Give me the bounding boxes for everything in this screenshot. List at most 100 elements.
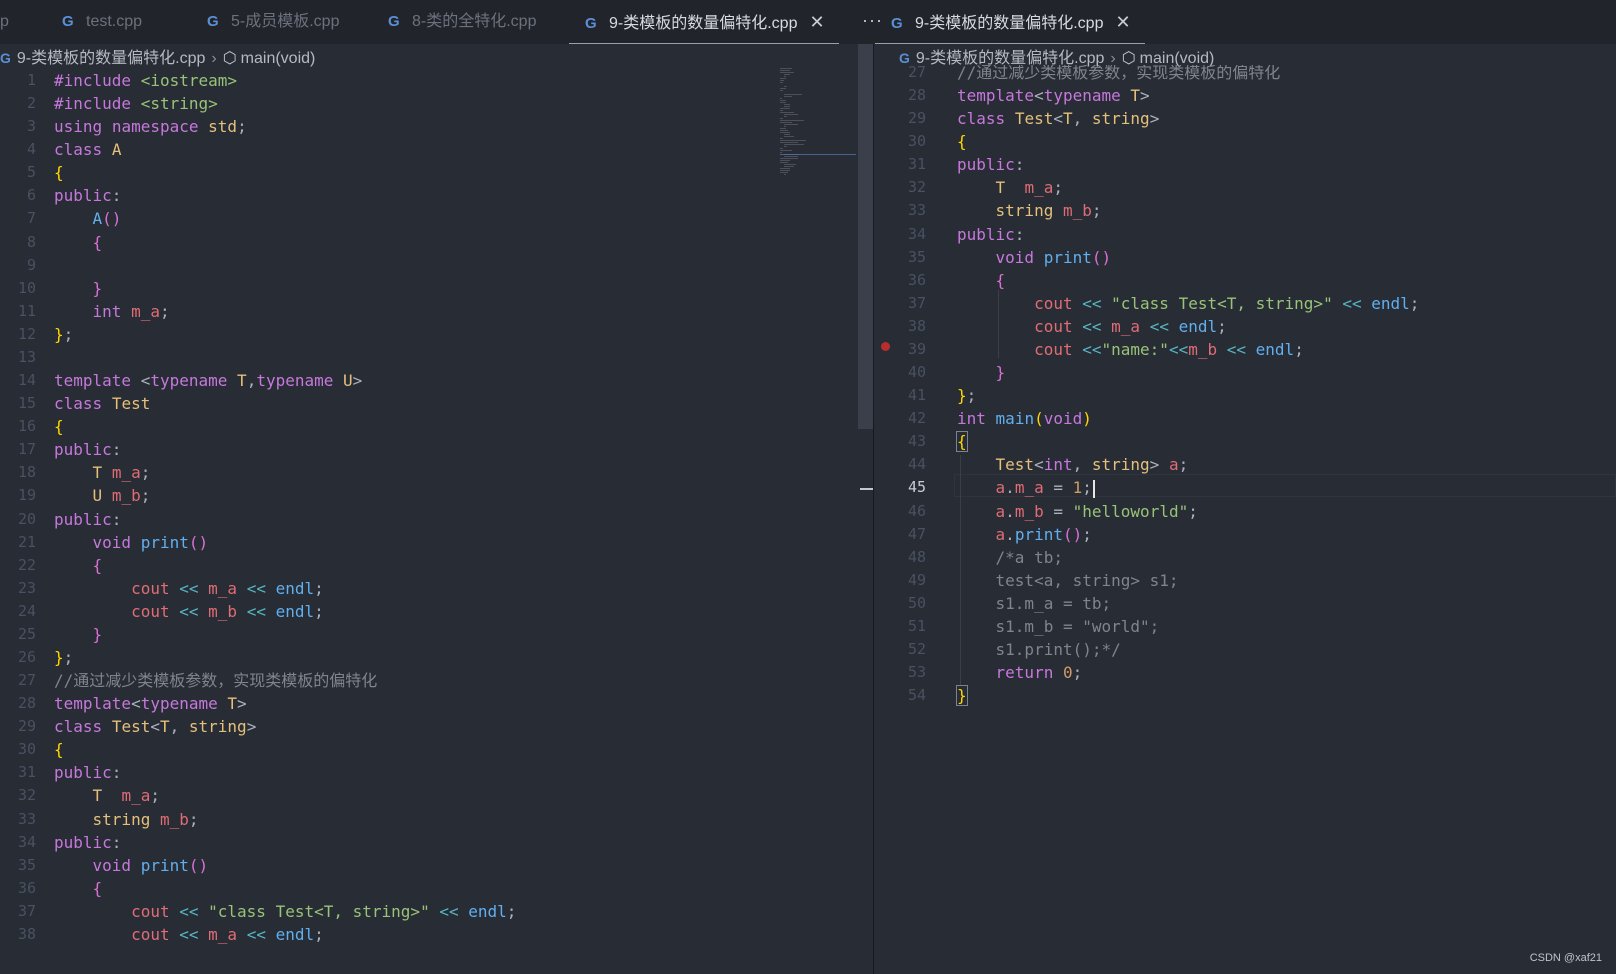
line-number[interactable]: 41 — [890, 386, 926, 404]
code-line[interactable]: public: — [54, 831, 121, 855]
line-number[interactable]: 7 — [0, 209, 36, 227]
code-line[interactable]: { — [54, 161, 64, 185]
code-line[interactable]: T m_a; — [957, 176, 1063, 200]
line-number[interactable]: 33 — [890, 201, 926, 219]
line-number[interactable]: 16 — [0, 417, 36, 435]
code-line[interactable]: return 0; — [957, 661, 1083, 685]
code-line[interactable]: test<a, string> s1; — [957, 569, 1179, 593]
line-number[interactable]: 39 — [890, 340, 926, 358]
line-number[interactable]: 35 — [0, 856, 36, 874]
code-line[interactable]: } — [54, 277, 103, 301]
line-number[interactable]: 8 — [0, 233, 36, 251]
line-number[interactable]: 31 — [0, 763, 36, 781]
line-number[interactable]: 28 — [0, 694, 36, 712]
code-line[interactable]: { — [54, 877, 103, 901]
breakpoint-icon[interactable] — [881, 342, 890, 351]
code-line[interactable]: { — [957, 269, 1006, 293]
code-line[interactable]: }; — [54, 646, 73, 670]
code-line[interactable]: cout << m_b << endl; — [54, 600, 324, 624]
line-number[interactable]: 4 — [0, 140, 36, 158]
code-line[interactable]: { — [54, 738, 64, 762]
code-line[interactable]: string m_b; — [957, 199, 1102, 223]
line-number[interactable]: 12 — [0, 325, 36, 343]
line-number[interactable]: 27 — [890, 65, 926, 81]
vertical-scrollbar[interactable] — [858, 44, 873, 429]
minimap[interactable] — [780, 68, 856, 178]
code-line[interactable]: public: — [54, 508, 121, 532]
line-number[interactable]: 51 — [890, 617, 926, 635]
line-number[interactable]: 6 — [0, 186, 36, 204]
right-code-editor[interactable]: 27//通过减少类模板参数，实现类模板的偏特化 28 template<typena… — [874, 65, 1616, 974]
code-line[interactable]: { — [54, 554, 103, 578]
line-number[interactable]: 18 — [0, 463, 36, 481]
line-number[interactable]: 27 — [0, 671, 36, 689]
code-line[interactable]: cout << "class Test<T, string>" << endl; — [957, 292, 1419, 316]
line-number[interactable]: 29 — [0, 717, 36, 735]
line-number[interactable]: 40 — [890, 363, 926, 381]
breadcrumb-file[interactable]: 9-类模板的数量偏特化.cpp — [17, 50, 205, 67]
line-number[interactable]: 17 — [0, 440, 36, 458]
breadcrumb-symbol[interactable]: main(void) — [241, 50, 316, 67]
line-number[interactable]: 32 — [890, 178, 926, 196]
code-line[interactable]: class Test<T, string> — [54, 715, 256, 739]
line-number[interactable]: 30 — [890, 132, 926, 150]
line-number[interactable]: 54 — [890, 686, 926, 704]
line-number[interactable]: 36 — [0, 879, 36, 897]
code-line[interactable]: } — [54, 623, 103, 647]
line-number[interactable]: 48 — [890, 548, 926, 566]
line-number[interactable]: 38 — [890, 317, 926, 335]
code-line[interactable]: //通过减少类模板参数，实现类模板的偏特化 — [54, 669, 377, 693]
line-number[interactable]: 5 — [0, 163, 36, 181]
code-line[interactable]: //通过减少类模板参数，实现类模板的偏特化 — [957, 65, 1280, 85]
code-line[interactable]: { — [956, 430, 968, 454]
tab-member-template-cpp[interactable]: G 5-成员模板.cpp — [207, 0, 339, 44]
line-number[interactable]: 52 — [890, 640, 926, 658]
line-number[interactable]: 15 — [0, 394, 36, 412]
code-line[interactable]: string m_b; — [54, 808, 199, 832]
close-icon[interactable]: ✕ — [809, 12, 824, 32]
code-line[interactable]: int main(void) — [957, 407, 1092, 431]
line-number[interactable]: 21 — [0, 533, 36, 551]
code-line[interactable]: void print() — [957, 246, 1112, 270]
code-line[interactable]: void print() — [54, 531, 209, 555]
line-number[interactable]: 37 — [890, 294, 926, 312]
code-line[interactable]: s1.m_a = tb; — [957, 592, 1112, 616]
line-number[interactable]: 44 — [890, 455, 926, 473]
code-line[interactable]: int m_a; — [54, 300, 170, 324]
line-number[interactable]: 26 — [0, 648, 36, 666]
code-line[interactable]: Test<int, string> a; — [957, 453, 1189, 477]
line-number[interactable]: 23 — [0, 579, 36, 597]
line-number[interactable]: 46 — [890, 502, 926, 520]
code-line[interactable]: s1.print();*/ — [957, 638, 1121, 662]
more-actions-icon[interactable]: ··· — [862, 0, 883, 44]
code-line[interactable]: T m_a; — [54, 461, 151, 485]
code-line[interactable]: { — [54, 415, 64, 439]
line-number[interactable]: 3 — [0, 117, 36, 135]
code-line[interactable]: class Test<T, string> — [957, 107, 1159, 131]
code-line[interactable]: a.m_a = 1; — [957, 476, 1095, 500]
line-number[interactable]: 34 — [890, 225, 926, 243]
line-number[interactable]: 33 — [0, 810, 36, 828]
code-line[interactable]: template <typename T,typename U> — [54, 369, 362, 393]
code-line[interactable]: /*a tb; — [957, 546, 1063, 570]
code-line[interactable]: { — [957, 130, 967, 154]
line-number[interactable]: 30 — [0, 740, 36, 758]
code-line[interactable]: void print() — [54, 854, 209, 878]
tab-test-cpp[interactable]: Gtest.cpp — [62, 0, 142, 44]
code-line[interactable]: template<typename T> — [54, 692, 247, 716]
code-line[interactable]: T m_a; — [54, 784, 160, 808]
code-line[interactable]: U m_b; — [54, 484, 151, 508]
code-line[interactable]: }; — [957, 384, 976, 408]
line-number[interactable]: 31 — [890, 155, 926, 173]
code-line[interactable]: cout <<"name:"<<m_b << endl; — [957, 338, 1304, 362]
line-number[interactable]: 9 — [0, 256, 36, 274]
line-number[interactable]: 19 — [0, 486, 36, 504]
code-line[interactable]: public: — [54, 761, 121, 785]
code-line[interactable]: cout << m_a << endl; — [54, 577, 324, 601]
code-line[interactable]: #include <string> — [54, 92, 218, 116]
line-number[interactable]: 42 — [890, 409, 926, 427]
line-number[interactable]: 10 — [0, 279, 36, 297]
code-line[interactable]: a.m_b = "helloworld"; — [957, 500, 1198, 524]
code-line[interactable]: } — [956, 684, 968, 708]
line-number[interactable]: 38 — [0, 925, 36, 943]
